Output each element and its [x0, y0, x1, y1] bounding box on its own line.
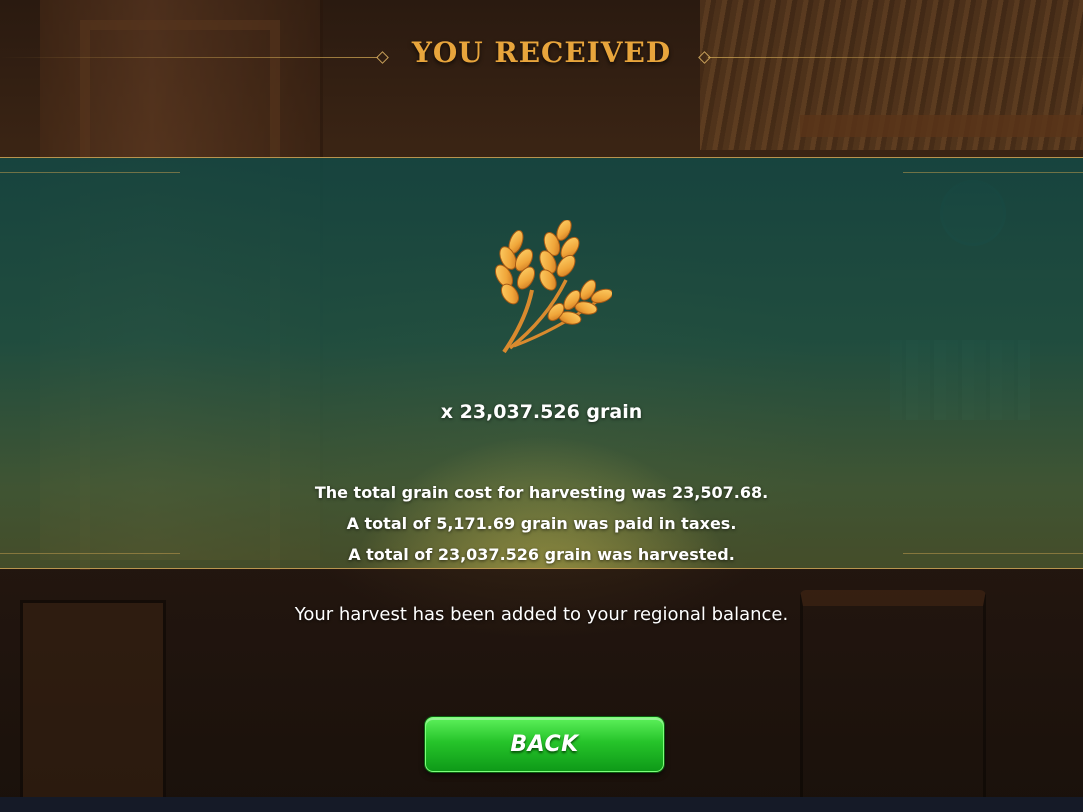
wheat-grain-icon: [494, 220, 612, 354]
reward-panel: x 23,037.526 grain The total grain cost …: [0, 157, 1083, 569]
harvested-total-text: A total of 23,037.526 grain was harveste…: [348, 545, 735, 564]
title-row: YOU RECEIVED: [0, 30, 1083, 80]
panel-corner-decoration: [903, 158, 1083, 173]
harvest-cost-text: The total grain cost for harvesting was …: [314, 483, 769, 502]
page-title: YOU RECEIVED: [411, 36, 672, 69]
panel-corner-decoration: [0, 158, 180, 173]
balance-info-message: Your harvest has been added to your regi…: [294, 604, 789, 625]
reward-screen: YOU RECEIVED x 23,037.526 grain The tota…: [0, 0, 1083, 812]
taxes-paid-text: A total of 5,171.69 grain was paid in ta…: [346, 514, 737, 533]
background-beam: [800, 115, 1083, 137]
title-divider-right: [708, 57, 1083, 58]
back-button-label: BACK: [510, 732, 579, 757]
background-chair: [20, 600, 166, 812]
reward-amount: x 23,037.526 grain: [440, 401, 643, 423]
back-button[interactable]: BACK: [425, 717, 664, 772]
bottom-bar: [0, 797, 1083, 812]
